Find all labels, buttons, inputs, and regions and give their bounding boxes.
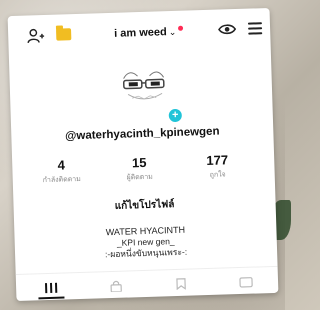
menu-icon[interactable] — [247, 22, 263, 35]
profile-stats: 4 กำลังติดตาม 15 ผู้ติดตาม 177 ถูกใจ — [32, 152, 255, 195]
account-switcher[interactable]: i am weed ⌄ — [114, 23, 184, 43]
add-avatar-badge[interactable]: + — [167, 107, 184, 124]
stat-label: ผู้ติดตาม — [126, 173, 153, 182]
top-bar: i am weed ⌄ — [8, 18, 271, 52]
heart-icon[interactable] — [239, 276, 253, 288]
add-user-icon[interactable] — [26, 27, 45, 46]
profile-bio: WATER HYACINTH _KPI new gen_ :-ผอหนึ่งขั… — [14, 222, 277, 263]
stat-likes[interactable]: 177 ถูกใจ — [182, 152, 253, 182]
notification-dot — [178, 25, 184, 31]
grid-icon[interactable] — [44, 282, 58, 294]
lock-icon[interactable] — [109, 280, 123, 293]
bookmark-icon[interactable] — [174, 278, 188, 291]
avatar[interactable] — [109, 58, 179, 113]
phone-screen: i am weed ⌄ + @waterhyacinth_kpinewgen 4… — [7, 7, 279, 302]
stat-label: ถูกใจ — [209, 171, 226, 179]
stat-value: 177 — [206, 152, 229, 169]
stat-value: 4 — [57, 157, 66, 173]
username: i am weed — [114, 26, 167, 40]
stat-following[interactable]: 4 กำลังติดตาม — [26, 156, 97, 186]
stat-value: 15 — [131, 154, 147, 171]
profile-handle: @waterhyacinth_kpinewgen — [65, 125, 220, 143]
active-tab-indicator — [38, 296, 65, 300]
stat-followers[interactable]: 15 ผู้ติดตาม — [104, 154, 175, 184]
chevron-down-icon: ⌄ — [168, 26, 177, 37]
folder-icon[interactable] — [56, 28, 72, 41]
stat-label: กำลังติดตาม — [42, 175, 81, 185]
eye-icon[interactable] — [218, 22, 237, 37]
edit-profile-button[interactable]: แก้ไขโปรไฟล์ — [73, 195, 215, 217]
